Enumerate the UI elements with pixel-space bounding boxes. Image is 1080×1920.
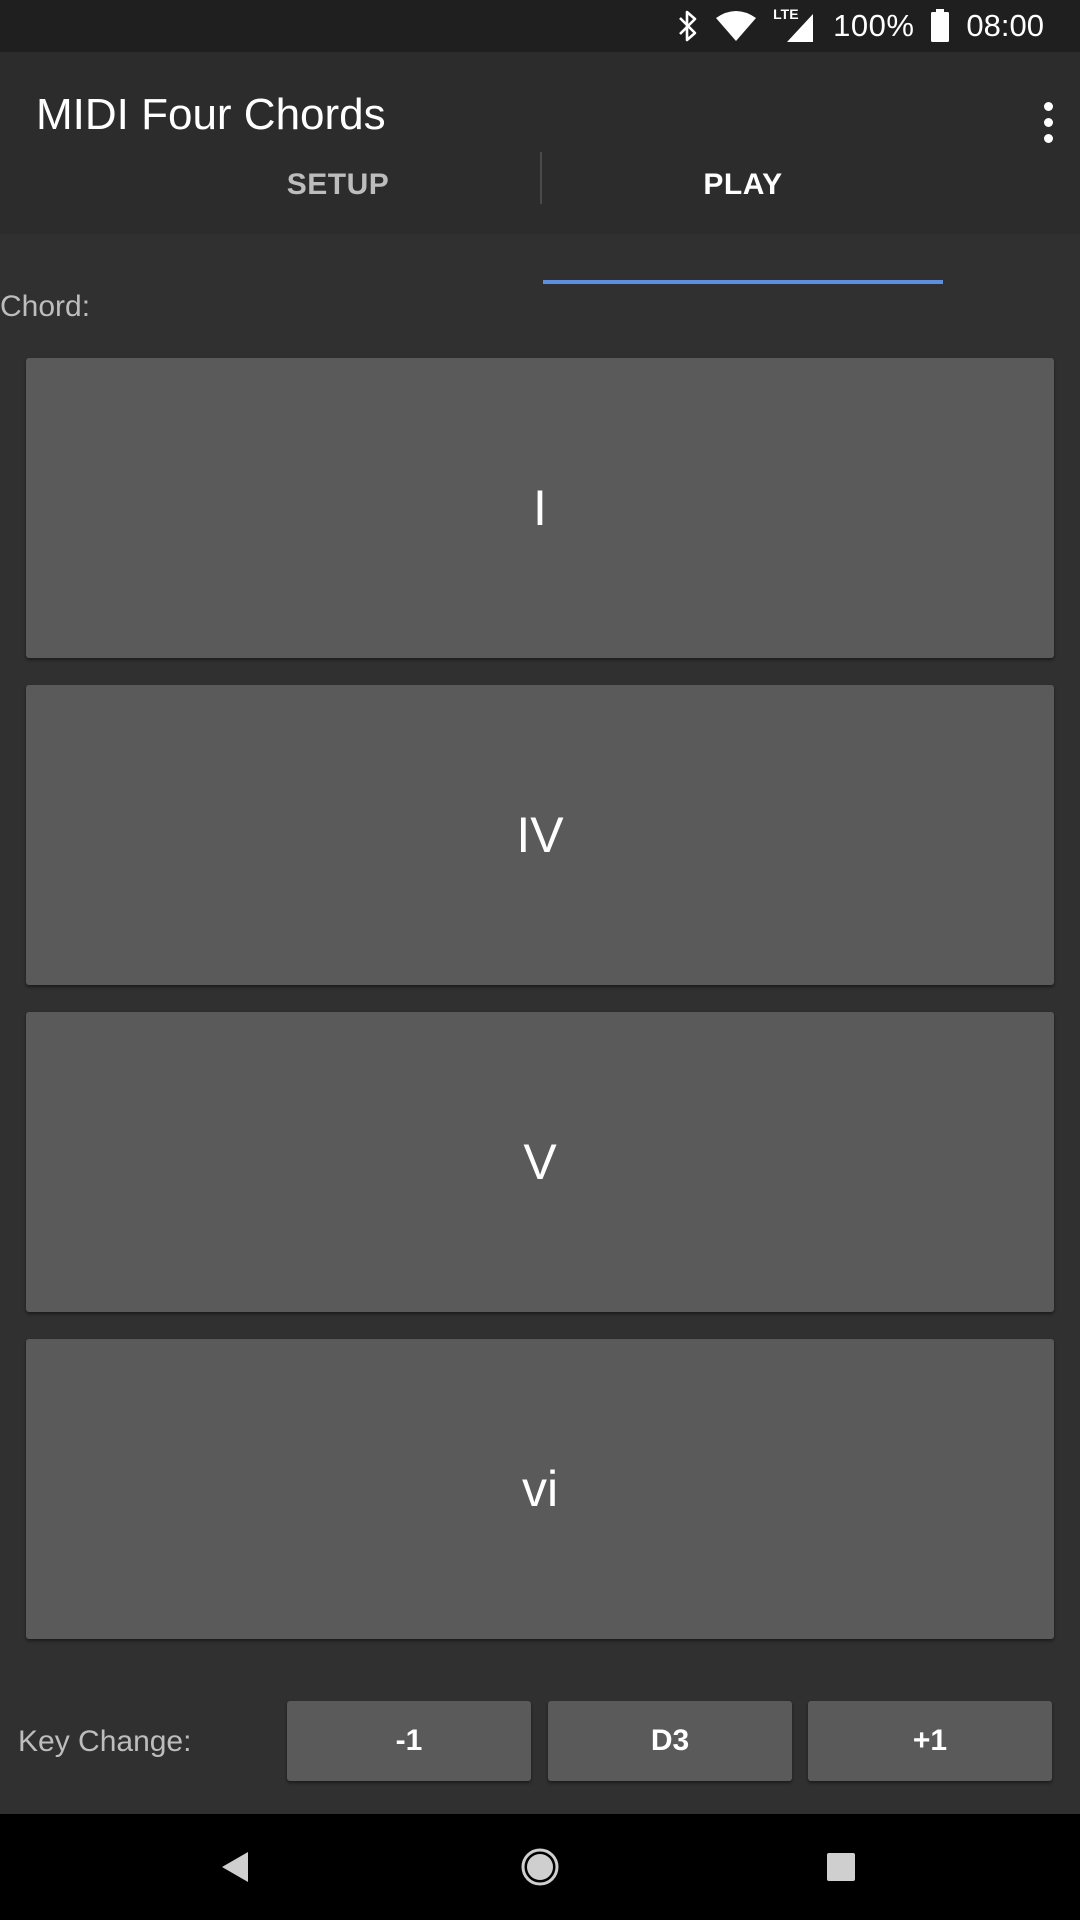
chord-button-iv[interactable]: IV: [26, 685, 1054, 985]
tab-play-label: PLAY: [703, 168, 783, 201]
chord-button-label: V: [523, 1134, 557, 1190]
tab-selected-indicator: [543, 280, 943, 284]
key-down-label: -1: [395, 1724, 423, 1757]
current-key-button[interactable]: D3: [548, 1701, 792, 1781]
chord-button-i[interactable]: I: [26, 358, 1054, 658]
current-key-label: D3: [650, 1724, 690, 1757]
tab-setup[interactable]: SETUP: [136, 168, 540, 234]
bluetooth-icon: [677, 9, 699, 43]
tab-setup-label: SETUP: [286, 168, 390, 201]
cell-signal-icon: LTE: [773, 6, 817, 44]
app-title: MIDI Four Chords: [36, 90, 386, 139]
battery-icon: [930, 9, 950, 43]
key-up-button[interactable]: +1: [808, 1701, 1052, 1781]
chord-button-v[interactable]: V: [26, 1012, 1054, 1312]
chord-button-label: I: [533, 480, 547, 536]
recents-icon[interactable]: [806, 1832, 876, 1902]
status-time: 08:00: [966, 8, 1044, 43]
more-vert-icon[interactable]: [1040, 90, 1056, 154]
tab-divider: [540, 152, 542, 204]
battery-percent: 100%: [833, 8, 915, 43]
chord-button-label: vi: [521, 1461, 559, 1517]
chord-button-label: IV: [516, 807, 564, 863]
app-bar: MIDI Four Chords SETUP PLAY: [0, 52, 1080, 234]
key-up-label: +1: [912, 1724, 948, 1757]
wifi-icon: [715, 10, 757, 42]
chord-label: Chord:: [0, 290, 91, 323]
tab-play[interactable]: PLAY: [543, 168, 943, 234]
key-change-label: Key Change:: [18, 1725, 192, 1758]
status-bar: LTE 100% 08:00: [0, 0, 1080, 52]
navigation-bar: [0, 1814, 1080, 1920]
home-icon[interactable]: [505, 1832, 575, 1902]
chord-button-vi[interactable]: vi: [26, 1339, 1054, 1639]
back-icon[interactable]: [200, 1832, 270, 1902]
key-down-button[interactable]: -1: [287, 1701, 531, 1781]
status-icons: LTE 100% 08:00: [677, 0, 1044, 52]
